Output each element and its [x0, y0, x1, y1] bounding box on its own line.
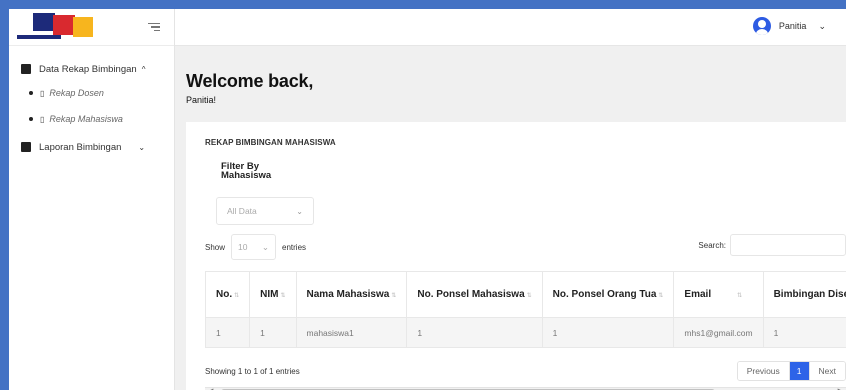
sidebar-item-label: Laporan Bimbingan	[39, 141, 122, 153]
table-header-row: No. ⇅ NIM ⇅ Nama Mahasiswa ⇅ No. Ponsel Mah…	[204, 271, 846, 318]
show-label: Show	[205, 242, 226, 252]
sidebar-subitem-rekap-dosen[interactable]: ▯ Rekap Dosen	[9, 80, 174, 106]
entries-label: entries	[282, 242, 307, 252]
cell-email: mhs1@gmail.com	[673, 317, 764, 348]
cell-nim: 1	[249, 317, 297, 348]
rekap-card: REKAP BIMBINGAN MAHASISWA Filter By Maha…	[186, 122, 846, 390]
chevron-down-icon: ⌄	[818, 20, 826, 31]
filter-label: Filter By Mahasiswa	[221, 161, 272, 181]
pagination: Previous 1 Next	[736, 361, 846, 381]
welcome-section: Welcome back, Panitia!	[186, 71, 313, 105]
cell-nama: mahasiswa1	[295, 317, 408, 348]
card-title: REKAP BIMBINGAN MAHASISWA	[205, 138, 336, 147]
archive-icon	[21, 64, 31, 74]
sidebar-subitem-label: Rekap Mahasiswa	[49, 114, 123, 124]
table-info: Showing 1 to 1 of 1 entries	[205, 367, 300, 376]
sidebar-subitem-label: Rekap Dosen	[49, 88, 104, 98]
chevron-down-icon: ⌄	[296, 206, 303, 216]
previous-page-button[interactable]: Previous	[737, 362, 789, 380]
column-header-bimbingan[interactable]: Bimbingan Dise	[762, 271, 846, 318]
app-frame: Data Rekap Bimbingan ^ ▯ Rekap Dosen ▯ R…	[9, 9, 846, 390]
menu-toggle-icon[interactable]	[148, 22, 160, 32]
user-menu[interactable]: Panitia ⌄	[752, 17, 826, 35]
sidebar-item-label: Data Rekap Bimbingan	[39, 63, 137, 75]
cell-ponsel-mahasiswa: 1	[406, 317, 543, 348]
length-control: Show 10 ⌄ entries	[205, 234, 306, 260]
column-header-no[interactable]: No. ⇅	[204, 271, 251, 318]
entries-length-select[interactable]: 10 ⌄	[231, 234, 277, 260]
chevron-down-icon: ⌄	[261, 241, 270, 252]
page-title: Welcome back,	[186, 71, 314, 91]
table-row: 1 1 mahasiswa1 1 1 mhs1@gmail.com 1	[204, 317, 846, 348]
welcome-user-name: Panitia!	[186, 95, 217, 105]
cell-ponsel-orang-tua: 1	[541, 317, 675, 348]
user-name: Panitia	[778, 21, 807, 31]
rekap-table: No. ⇅ NIM ⇅ Nama Mahasiswa ⇅ No. Ponsel Mah…	[204, 271, 846, 348]
sidebar: Data Rekap Bimbingan ^ ▯ Rekap Dosen ▯ R…	[9, 9, 175, 390]
bullet-icon	[29, 91, 33, 95]
sidebar-item-laporan-bimbingan[interactable]: Laporan Bimbingan ⌄	[9, 136, 174, 158]
column-header-email[interactable]: Email ⇅	[673, 271, 764, 318]
cell-no: 1	[204, 317, 251, 348]
topbar: Panitia ⌄	[175, 9, 846, 46]
app-logo	[17, 13, 97, 41]
column-header-ponsel-mahasiswa[interactable]: No. Ponsel Mahasiswa ⇅	[406, 271, 543, 318]
chevron-down-icon: ⌄	[138, 142, 146, 152]
column-header-nim[interactable]: NIM ⇅	[249, 271, 297, 318]
folder-icon	[21, 142, 31, 152]
filter-selected-value: All Data	[227, 206, 257, 216]
cell-bimbingan: 1	[762, 317, 846, 348]
book-icon: ▯	[40, 88, 45, 98]
search-control: Search:	[698, 234, 846, 256]
search-input[interactable]	[730, 234, 846, 256]
chevron-up-icon: ^	[141, 64, 146, 74]
column-header-ponsel-orang-tua[interactable]: No. Ponsel Orang Tua ⇅	[541, 271, 675, 318]
mahasiswa-filter-select[interactable]: All Data ⌄	[216, 197, 314, 225]
sidebar-item-data-rekap-bimbingan[interactable]: Data Rekap Bimbingan ^	[9, 58, 174, 80]
bullet-icon	[29, 117, 33, 121]
column-header-nama-mahasiswa[interactable]: Nama Mahasiswa ⇅	[295, 271, 408, 318]
page-1-button[interactable]: 1	[788, 362, 809, 380]
length-value: 10	[238, 242, 248, 252]
sidebar-nav: Data Rekap Bimbingan ^ ▯ Rekap Dosen ▯ R…	[9, 46, 174, 158]
user-avatar-icon	[752, 17, 771, 35]
brand-bar	[9, 9, 174, 46]
search-label: Search:	[698, 240, 726, 250]
sidebar-subitem-rekap-mahasiswa[interactable]: ▯ Rekap Mahasiswa	[9, 106, 174, 132]
next-page-button[interactable]: Next	[808, 362, 845, 380]
book-icon: ▯	[40, 114, 45, 124]
